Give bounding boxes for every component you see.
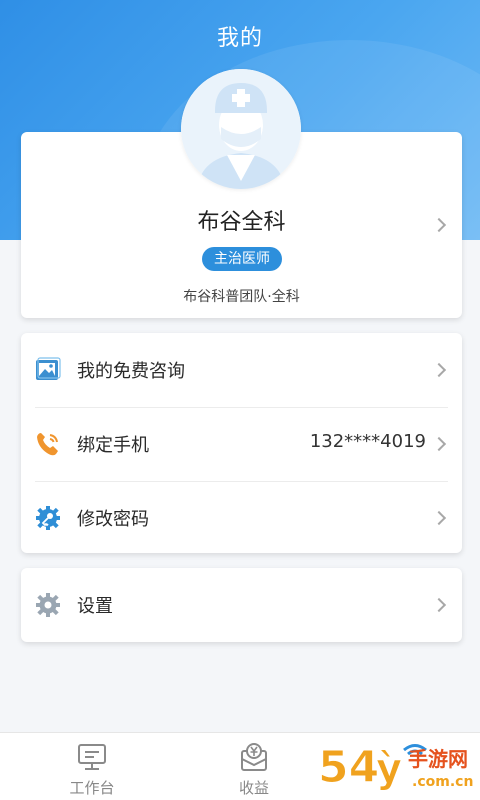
phone-number: 132****4019 xyxy=(309,431,426,452)
tab-label: 工作台 xyxy=(69,779,115,797)
chevron-right-icon xyxy=(431,436,447,452)
settings-card: 设置 xyxy=(21,568,462,642)
page-title: 我的 xyxy=(216,26,263,51)
menu-item-change-password[interactable]: 修改密码 xyxy=(21,481,462,556)
tab-earnings[interactable]: 收益 xyxy=(194,733,314,800)
avatar[interactable] xyxy=(181,69,301,189)
chevron-right-icon xyxy=(431,362,447,378)
doctor-name: 布谷全科 xyxy=(197,210,286,235)
menu-item-free-consult[interactable]: 我的免费咨询 xyxy=(21,333,462,408)
phone-icon xyxy=(35,431,61,457)
consult-picture-icon xyxy=(35,357,61,383)
doctor-avatar-icon xyxy=(181,69,301,189)
menu-item-bind-phone[interactable]: 绑定手机 132****4019 xyxy=(21,407,462,482)
gear-key-icon xyxy=(35,505,61,531)
menu-label: 修改密码 xyxy=(77,509,149,530)
team-name: 布谷科普团队·全科 xyxy=(183,289,300,305)
tab-workbench[interactable]: 工作台 xyxy=(32,733,152,800)
svg-text:.com.cn: .com.cn xyxy=(412,774,473,790)
title-badge: 主治医师 xyxy=(202,247,282,271)
chevron-right-icon xyxy=(431,597,447,613)
menu-label: 绑定手机 xyxy=(77,435,149,456)
menu-card: 我的免费咨询 绑定手机 132****4019 修改密码 xyxy=(21,333,462,553)
svg-text:ỳ: ỳ xyxy=(376,746,402,792)
menu-item-settings[interactable]: 设置 xyxy=(21,568,462,643)
chevron-right-icon xyxy=(431,510,447,526)
tab-label: 收益 xyxy=(238,779,269,797)
menu-label: 设置 xyxy=(77,596,113,617)
gear-icon xyxy=(35,592,61,618)
monitor-icon xyxy=(76,741,108,773)
yuan-envelope-icon xyxy=(238,741,270,773)
menu-label: 我的免费咨询 xyxy=(77,361,185,382)
svg-text:54: 54 xyxy=(318,742,379,793)
svg-text:手游网: 手游网 xyxy=(408,747,468,771)
watermark-logo: 54 ỳ 手游网 .com.cn xyxy=(316,736,476,794)
